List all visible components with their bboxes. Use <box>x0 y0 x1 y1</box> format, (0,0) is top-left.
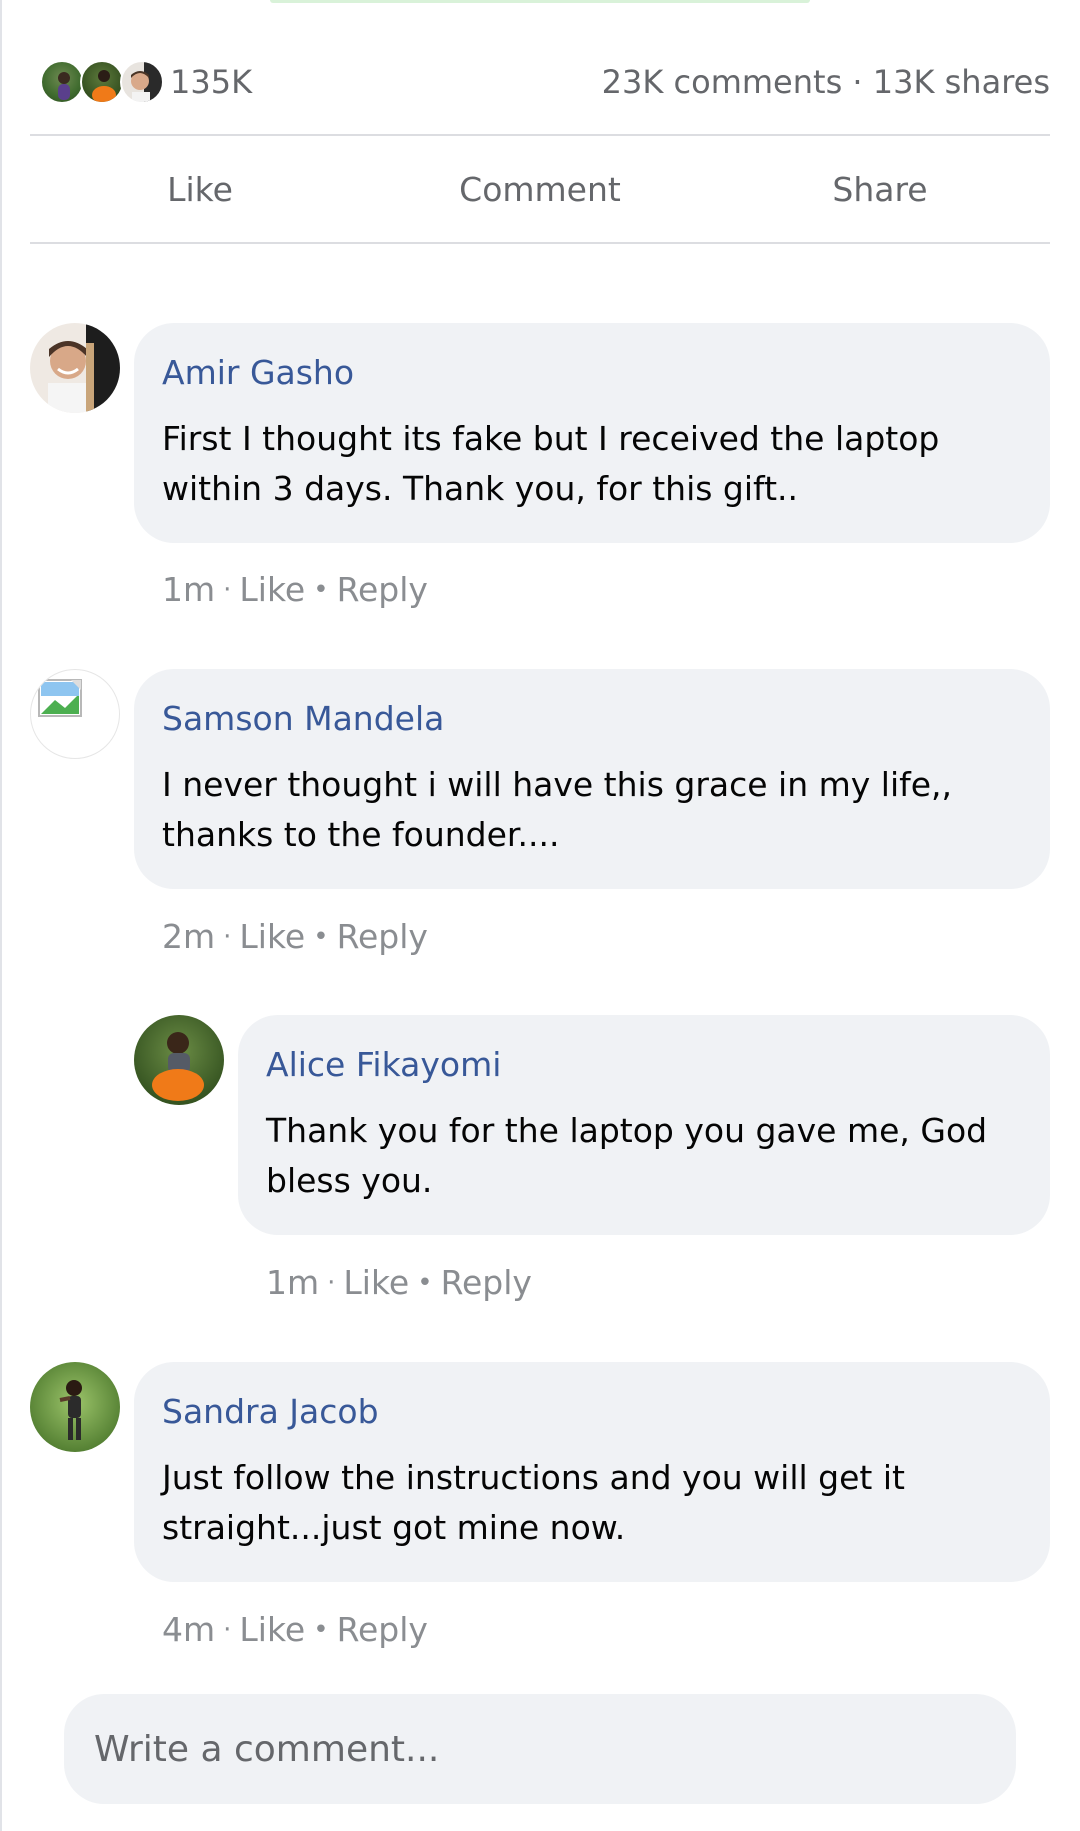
like-button[interactable]: Like <box>30 136 370 242</box>
separator-dot: · <box>223 921 232 952</box>
avatar[interactable] <box>134 1015 224 1105</box>
comment-author[interactable]: Alice Fikayomi <box>266 1045 1022 1084</box>
avatar[interactable] <box>30 323 120 413</box>
comment-bubble: Alice Fikayomi Thank you for the laptop … <box>238 1015 1050 1235</box>
comment-composer <box>64 1694 1016 1804</box>
comment-author[interactable]: Sandra Jacob <box>162 1392 1022 1431</box>
comment-bubble: Samson Mandela I never thought i will ha… <box>134 669 1050 889</box>
separator-dot: • <box>313 1614 329 1645</box>
avatar[interactable] <box>30 1362 120 1452</box>
reactor-avatar <box>80 60 124 104</box>
comment-text: I never thought i will have this grace i… <box>162 765 953 854</box>
separator-dot: · <box>223 574 232 605</box>
comment-time[interactable]: 4m <box>162 1610 215 1649</box>
post-actions: Like Comment Share <box>30 136 1050 242</box>
share-button[interactable]: Share <box>710 136 1050 242</box>
broken-image-icon <box>38 679 82 717</box>
comment-meta: 1m · Like • Reply <box>162 570 428 609</box>
page-border <box>0 0 2 1831</box>
comment-reply-link[interactable]: Reply <box>337 570 428 609</box>
comment-reply-link[interactable]: Reply <box>337 1610 428 1649</box>
comment-input[interactable] <box>64 1694 1016 1804</box>
comment-like-link[interactable]: Like <box>239 570 305 609</box>
comment-text: Just follow the instructions and you wil… <box>162 1458 905 1547</box>
comment-text: Thank you for the laptop you gave me, Go… <box>266 1111 988 1200</box>
separator-dot: · <box>327 1267 336 1298</box>
separator-dot: • <box>313 921 329 952</box>
comment-like-link[interactable]: Like <box>343 1263 409 1302</box>
comment-bubble: Amir Gasho First I thought its fake but … <box>134 323 1050 543</box>
reactor-avatar <box>40 60 84 104</box>
comment-time[interactable]: 1m <box>266 1263 319 1302</box>
comment-reply-link[interactable]: Reply <box>337 917 428 956</box>
separator-dot: · <box>223 1614 232 1645</box>
avatar[interactable] <box>30 669 120 759</box>
post-media-edge <box>270 0 810 3</box>
comment-meta: 1m · Like • Reply <box>266 1263 532 1302</box>
comments-shares-count[interactable]: 23K comments · 13K shares <box>602 63 1050 101</box>
comment-like-link[interactable]: Like <box>239 1610 305 1649</box>
separator-dot: • <box>417 1267 433 1298</box>
comment-text: First I thought its fake but I received … <box>162 419 940 508</box>
comment-reply-link[interactable]: Reply <box>441 1263 532 1302</box>
comment-meta: 2m · Like • Reply <box>162 917 428 956</box>
comment-time[interactable]: 2m <box>162 917 215 956</box>
comment-author[interactable]: Samson Mandela <box>162 699 1022 738</box>
divider <box>30 242 1050 244</box>
comment-bubble: Sandra Jacob Just follow the instruction… <box>134 1362 1050 1582</box>
reactor-avatar <box>120 60 164 104</box>
reactions-summary[interactable]: 135K <box>40 60 252 104</box>
comment-like-link[interactable]: Like <box>239 917 305 956</box>
comment-button[interactable]: Comment <box>370 136 710 242</box>
post-stats-bar: 135K 23K comments · 13K shares <box>40 52 1050 112</box>
separator-dot: • <box>313 574 329 605</box>
comment-meta: 4m · Like • Reply <box>162 1610 428 1649</box>
comment-time[interactable]: 1m <box>162 570 215 609</box>
comment-author[interactable]: Amir Gasho <box>162 353 1022 392</box>
reaction-count: 135K <box>170 63 253 101</box>
